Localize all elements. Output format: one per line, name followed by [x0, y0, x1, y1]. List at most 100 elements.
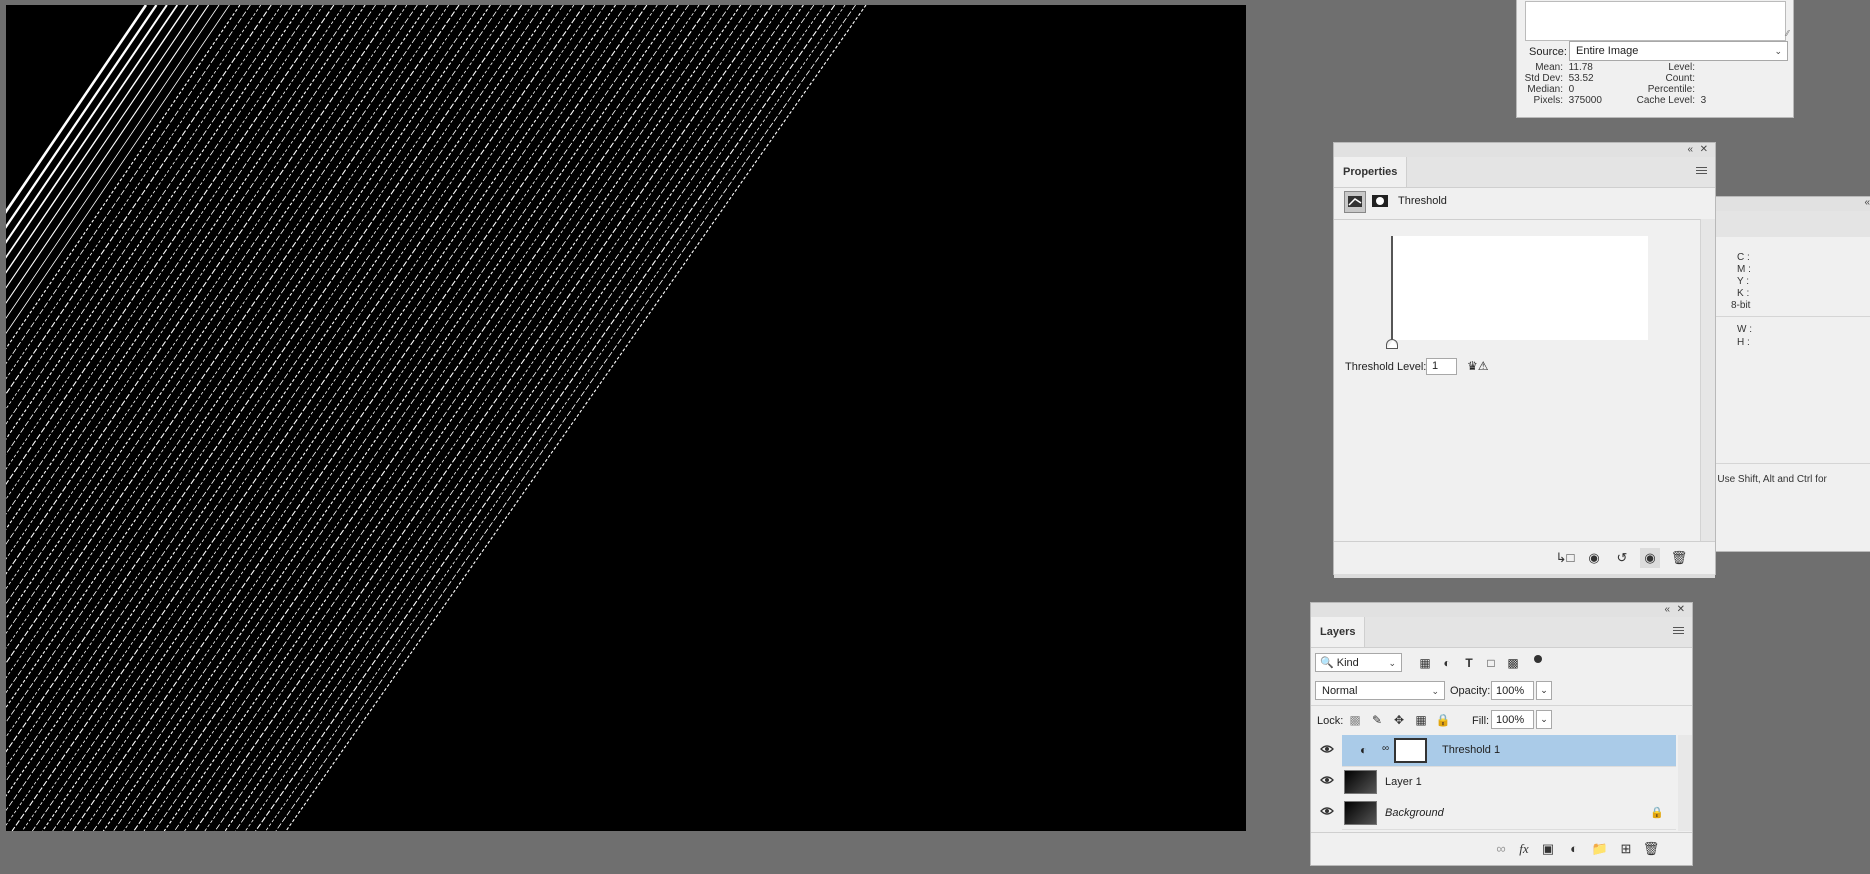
streak-line	[6, 5, 272, 395]
smart-object-filter-icon[interactable]: ▩	[1505, 655, 1521, 671]
warning-icon[interactable]: ♛⚠	[1467, 359, 1489, 373]
chevron-down-icon: ⌄	[1774, 46, 1782, 56]
fill-input[interactable]: 100%	[1491, 710, 1534, 729]
resize-grip-icon[interactable]: ⁄⁄	[1786, 29, 1789, 38]
collapse-icon[interactable]: «	[1864, 197, 1870, 208]
streak-line	[143, 5, 721, 831]
clip-to-layer-icon[interactable]: ↳□	[1555, 548, 1575, 568]
panel-menu-icon[interactable]	[1696, 167, 1707, 176]
mask-icon[interactable]	[1370, 191, 1392, 213]
streak-line	[42, 5, 617, 831]
lock-all-icon[interactable]: 🔒	[1435, 712, 1451, 728]
trash-icon[interactable]: 🗑	[1641, 839, 1661, 859]
streak-line	[6, 5, 397, 575]
lock-label: Lock:	[1317, 715, 1344, 727]
stats-right: Level: Count: Percentile: Cache Level: 3	[1636, 62, 1707, 106]
streak-line	[224, 5, 804, 831]
streak-line	[82, 5, 658, 831]
adjustment-layer-icon: ◐	[1360, 743, 1368, 757]
lock-image-icon[interactable]: ✎	[1369, 712, 1385, 728]
threshold-marker-line	[1391, 236, 1393, 340]
lock-position-icon[interactable]: ✥	[1391, 712, 1407, 728]
slider-handle-outline	[1386, 339, 1398, 349]
streak-line	[6, 5, 429, 620]
trash-icon[interactable]: 🗑	[1669, 548, 1689, 568]
chevron-down-icon: ⌄	[1431, 686, 1439, 696]
streak-line	[6, 5, 491, 709]
layers-titlebar: « ✕	[1311, 603, 1692, 617]
streak-line	[265, 5, 846, 831]
properties-footer: ↳□ ◉ ↺ ◉ 🗑	[1334, 541, 1715, 574]
streak-line	[245, 5, 825, 831]
panel-menu-icon[interactable]	[1673, 627, 1684, 636]
new-group-icon[interactable]: 📁	[1590, 839, 1610, 859]
opacity-dropdown[interactable]: ⌄	[1536, 681, 1552, 700]
shape-filter-icon[interactable]: □	[1483, 655, 1499, 671]
close-icon[interactable]: ✕	[1677, 604, 1685, 615]
layer-row-threshold[interactable]: ◐ ∞ Threshold 1	[1342, 735, 1676, 767]
streak-line	[194, 5, 773, 831]
fill-label: Fill:	[1472, 715, 1490, 727]
layers-panel: « ✕ Layers 🔍 Kind ⌄ ▦ ◐ T □ ▩ Normal ⌄ O…	[1310, 602, 1693, 866]
document-canvas[interactable]	[6, 5, 1246, 831]
streak-line	[174, 5, 752, 831]
layer-row-layer1[interactable]: Layer 1	[1342, 767, 1676, 799]
pixel-filter-icon[interactable]: ▦	[1417, 655, 1433, 671]
view-previous-icon[interactable]: ◉	[1584, 548, 1604, 568]
properties-titlebar: « ✕	[1334, 143, 1715, 157]
threshold-level-label: Threshold Level:	[1345, 361, 1427, 373]
close-icon[interactable]: ✕	[1700, 144, 1708, 155]
layer-mask-thumbnail[interactable]	[1394, 738, 1427, 763]
add-mask-icon[interactable]: ▣	[1538, 839, 1558, 859]
source-select[interactable]: Entire Image ⌄	[1569, 41, 1788, 61]
streak-line	[133, 5, 710, 831]
streak-line	[6, 5, 293, 425]
streak-line	[6, 5, 356, 515]
adjustment-name: Threshold	[1398, 195, 1447, 207]
threshold-level-input[interactable]: 1	[1426, 358, 1457, 375]
wh-readout: W : H :	[1737, 324, 1752, 348]
layer-row-background[interactable]: Background 🔒	[1342, 798, 1676, 830]
cmyk-readout: C : M : Y : K :	[1737, 252, 1751, 299]
streak-line	[6, 5, 418, 605]
fx-icon[interactable]: fx	[1514, 839, 1534, 859]
lock-icon: 🔒	[1650, 807, 1664, 819]
streak-line	[153, 5, 731, 831]
link-layers-icon[interactable]: ∞	[1491, 839, 1511, 859]
layer-name[interactable]: Threshold 1	[1442, 744, 1500, 756]
streak-line	[62, 5, 637, 831]
collapse-icon[interactable]: «	[1664, 604, 1670, 615]
new-layer-icon[interactable]: ⊞	[1616, 839, 1636, 859]
eye-icon[interactable]	[1320, 806, 1334, 819]
new-adjustment-icon[interactable]: ◐	[1564, 839, 1584, 859]
eye-icon[interactable]	[1320, 744, 1334, 757]
streak-line	[6, 5, 481, 694]
streak-line	[6, 5, 335, 486]
lock-transparent-icon[interactable]: ▩	[1347, 712, 1363, 728]
opacity-input[interactable]: 100%	[1491, 681, 1534, 700]
adjustment-icon[interactable]	[1344, 191, 1366, 213]
filter-kind-select[interactable]: 🔍 Kind ⌄	[1315, 653, 1402, 672]
link-icon[interactable]: ∞	[1382, 743, 1389, 754]
reset-icon[interactable]: ↺	[1612, 548, 1632, 568]
lock-artboard-icon[interactable]: ▦	[1413, 712, 1429, 728]
layers-tabrow: Layers	[1311, 617, 1692, 648]
tab-layers[interactable]: Layers	[1311, 617, 1366, 647]
streak-line	[184, 5, 762, 831]
layer-name[interactable]: Background	[1385, 807, 1444, 819]
layers-scrollbar[interactable]	[1678, 735, 1692, 831]
type-filter-icon[interactable]: T	[1461, 655, 1477, 671]
fill-dropdown[interactable]: ⌄	[1536, 710, 1552, 729]
streak-line	[6, 5, 168, 244]
filter-toggle-icon[interactable]	[1534, 655, 1542, 663]
blend-mode-select[interactable]: Normal ⌄	[1315, 681, 1445, 700]
visibility-icon[interactable]: ◉	[1640, 548, 1660, 568]
streak-line	[214, 5, 794, 831]
tab-properties[interactable]: Properties	[1334, 157, 1408, 187]
eye-icon[interactable]	[1320, 775, 1334, 788]
streak-line	[275, 5, 856, 831]
properties-scrollbar[interactable]	[1700, 219, 1715, 546]
collapse-icon[interactable]: «	[1687, 144, 1693, 155]
adjustment-filter-icon[interactable]: ◐	[1439, 655, 1455, 671]
layer-name[interactable]: Layer 1	[1385, 776, 1422, 788]
